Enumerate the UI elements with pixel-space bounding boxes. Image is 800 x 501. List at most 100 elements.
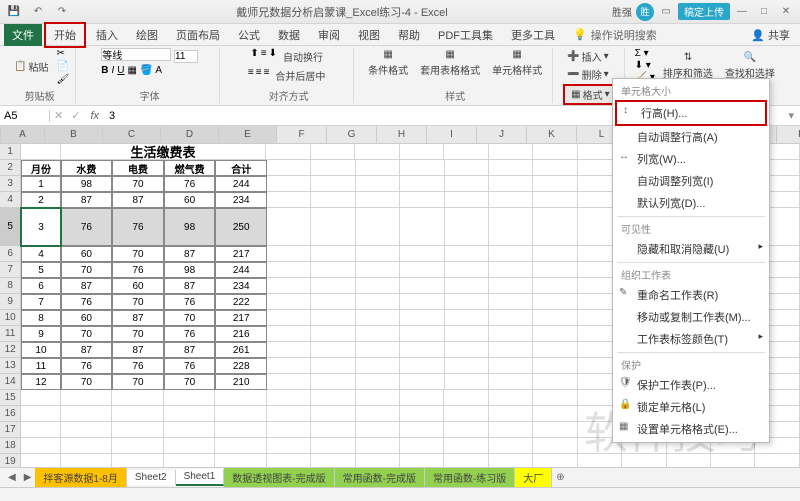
cell-D15[interactable] (164, 390, 216, 406)
sort-filter-button[interactable]: ⇅排序和筛选 (659, 51, 717, 81)
cell-J5[interactable] (445, 208, 489, 246)
col-header-F[interactable]: F (277, 126, 327, 143)
cell-I17[interactable] (400, 422, 444, 438)
cell-J8[interactable] (445, 278, 489, 294)
cell-G2[interactable] (311, 160, 355, 176)
row-header-11[interactable]: 11 (0, 326, 21, 342)
cell-K3[interactable] (489, 176, 533, 192)
format-cell-dropdown[interactable]: ▦格式 ▾ (563, 84, 617, 105)
cell-H16[interactable] (356, 406, 400, 422)
cm-move-copy[interactable]: 移动或复制工作表(M)... (613, 306, 769, 328)
cell-L5[interactable] (533, 208, 577, 246)
bold-icon[interactable]: B (101, 65, 108, 76)
share-button[interactable]: 👤 共享 (745, 25, 796, 45)
cell-K12[interactable] (489, 342, 533, 358)
cell-L10[interactable] (533, 310, 577, 326)
col-header-A[interactable]: A (1, 126, 45, 143)
cell-I8[interactable] (400, 278, 444, 294)
cell-B6[interactable]: 60 (61, 246, 113, 262)
row-header-5[interactable]: 5 (0, 208, 21, 246)
cell-G4[interactable] (311, 192, 355, 208)
cell-B1[interactable]: 生活缴费表 (61, 144, 267, 160)
cell-B10[interactable]: 60 (61, 310, 113, 326)
cell-H17[interactable] (356, 422, 400, 438)
tab-insert[interactable]: 插入 (88, 24, 126, 46)
cell-L9[interactable] (533, 294, 577, 310)
cell-C3[interactable]: 70 (112, 176, 164, 192)
cell-I6[interactable] (400, 246, 444, 262)
sheet-tab-3[interactable]: Sheet1 (176, 469, 225, 486)
cell-H4[interactable] (356, 192, 400, 208)
cm-hide-unhide[interactable]: 隐藏和取消隐藏(U) (613, 238, 769, 260)
border-icon[interactable]: ▦ (128, 65, 137, 76)
row-header-16[interactable]: 16 (0, 406, 21, 422)
cell-L4[interactable] (533, 192, 577, 208)
cell-J7[interactable] (445, 262, 489, 278)
cell-H3[interactable] (356, 176, 400, 192)
cell-I11[interactable] (400, 326, 444, 342)
cell-B18[interactable] (61, 438, 113, 454)
cell-I16[interactable] (400, 406, 444, 422)
row-header-1[interactable]: 1 (0, 144, 21, 160)
cell-D18[interactable] (164, 438, 216, 454)
cell-J9[interactable] (445, 294, 489, 310)
undo-icon[interactable]: ↶ (28, 3, 48, 21)
cell-F6[interactable] (267, 246, 311, 262)
cell-G15[interactable] (311, 390, 355, 406)
cell-C17[interactable] (112, 422, 164, 438)
cell-E9[interactable]: 222 (215, 294, 267, 310)
cell-F7[interactable] (267, 262, 311, 278)
cell-J11[interactable] (445, 326, 489, 342)
cell-F4[interactable] (267, 192, 311, 208)
sheet-tab-2[interactable]: Sheet2 (127, 470, 176, 485)
cell-F3[interactable] (267, 176, 311, 192)
cell-I7[interactable] (400, 262, 444, 278)
ribbon-options-icon[interactable]: ▭ (656, 3, 676, 21)
font-size-input[interactable] (174, 50, 198, 63)
cell-L11[interactable] (533, 326, 577, 342)
cell-D5[interactable]: 98 (164, 208, 216, 246)
col-header-B[interactable]: B (45, 126, 103, 143)
cell-A14[interactable]: 12 (21, 374, 60, 390)
row-header-13[interactable]: 13 (0, 358, 21, 374)
merge-button[interactable]: 合并后居中 (271, 67, 329, 84)
cell-D3[interactable]: 76 (164, 176, 216, 192)
cell-C9[interactable]: 70 (112, 294, 164, 310)
cell-I15[interactable] (400, 390, 444, 406)
cell-K10[interactable] (489, 310, 533, 326)
cell-C14[interactable]: 70 (112, 374, 164, 390)
row-header-3[interactable]: 3 (0, 176, 21, 192)
cell-K8[interactable] (489, 278, 533, 294)
cell-A17[interactable] (21, 422, 60, 438)
cell-K7[interactable] (489, 262, 533, 278)
cell-F8[interactable] (267, 278, 311, 294)
cell-L8[interactable] (533, 278, 577, 294)
row-header-2[interactable]: 2 (0, 160, 21, 176)
cell-J16[interactable] (444, 406, 488, 422)
row-header-8[interactable]: 8 (0, 278, 21, 294)
cell-C6[interactable]: 70 (112, 246, 164, 262)
cell-J14[interactable] (445, 374, 489, 390)
autosum-icon[interactable]: Σ ▾ (635, 48, 655, 59)
insert-cell-button[interactable]: ➕插入 ▾ (563, 48, 612, 65)
fx-confirm-icon[interactable]: ✓ (67, 109, 84, 122)
cell-L13[interactable] (533, 358, 577, 374)
italic-icon[interactable]: I (112, 65, 115, 76)
cell-A13[interactable]: 11 (21, 358, 60, 374)
cell-F10[interactable] (267, 310, 311, 326)
cell-K5[interactable] (489, 208, 533, 246)
cell-A6[interactable]: 4 (21, 246, 60, 262)
cell-G16[interactable] (311, 406, 355, 422)
tab-layout[interactable]: 页面布局 (168, 24, 228, 46)
cell-L3[interactable] (533, 176, 577, 192)
tab-pdf[interactable]: PDF工具集 (430, 24, 501, 46)
cell-B5[interactable]: 76 (61, 208, 113, 246)
cell-K1[interactable] (489, 144, 533, 160)
cell-G6[interactable] (311, 246, 355, 262)
save-icon[interactable]: 💾 (4, 3, 24, 21)
cell-F12[interactable] (267, 342, 311, 358)
cm-rename[interactable]: ✎重命名工作表(R) (613, 284, 769, 306)
wrap-button[interactable]: 自动换行 (279, 48, 327, 65)
sheet-tab-4[interactable]: 数据透视图表-完成版 (224, 468, 334, 487)
cell-I12[interactable] (400, 342, 444, 358)
